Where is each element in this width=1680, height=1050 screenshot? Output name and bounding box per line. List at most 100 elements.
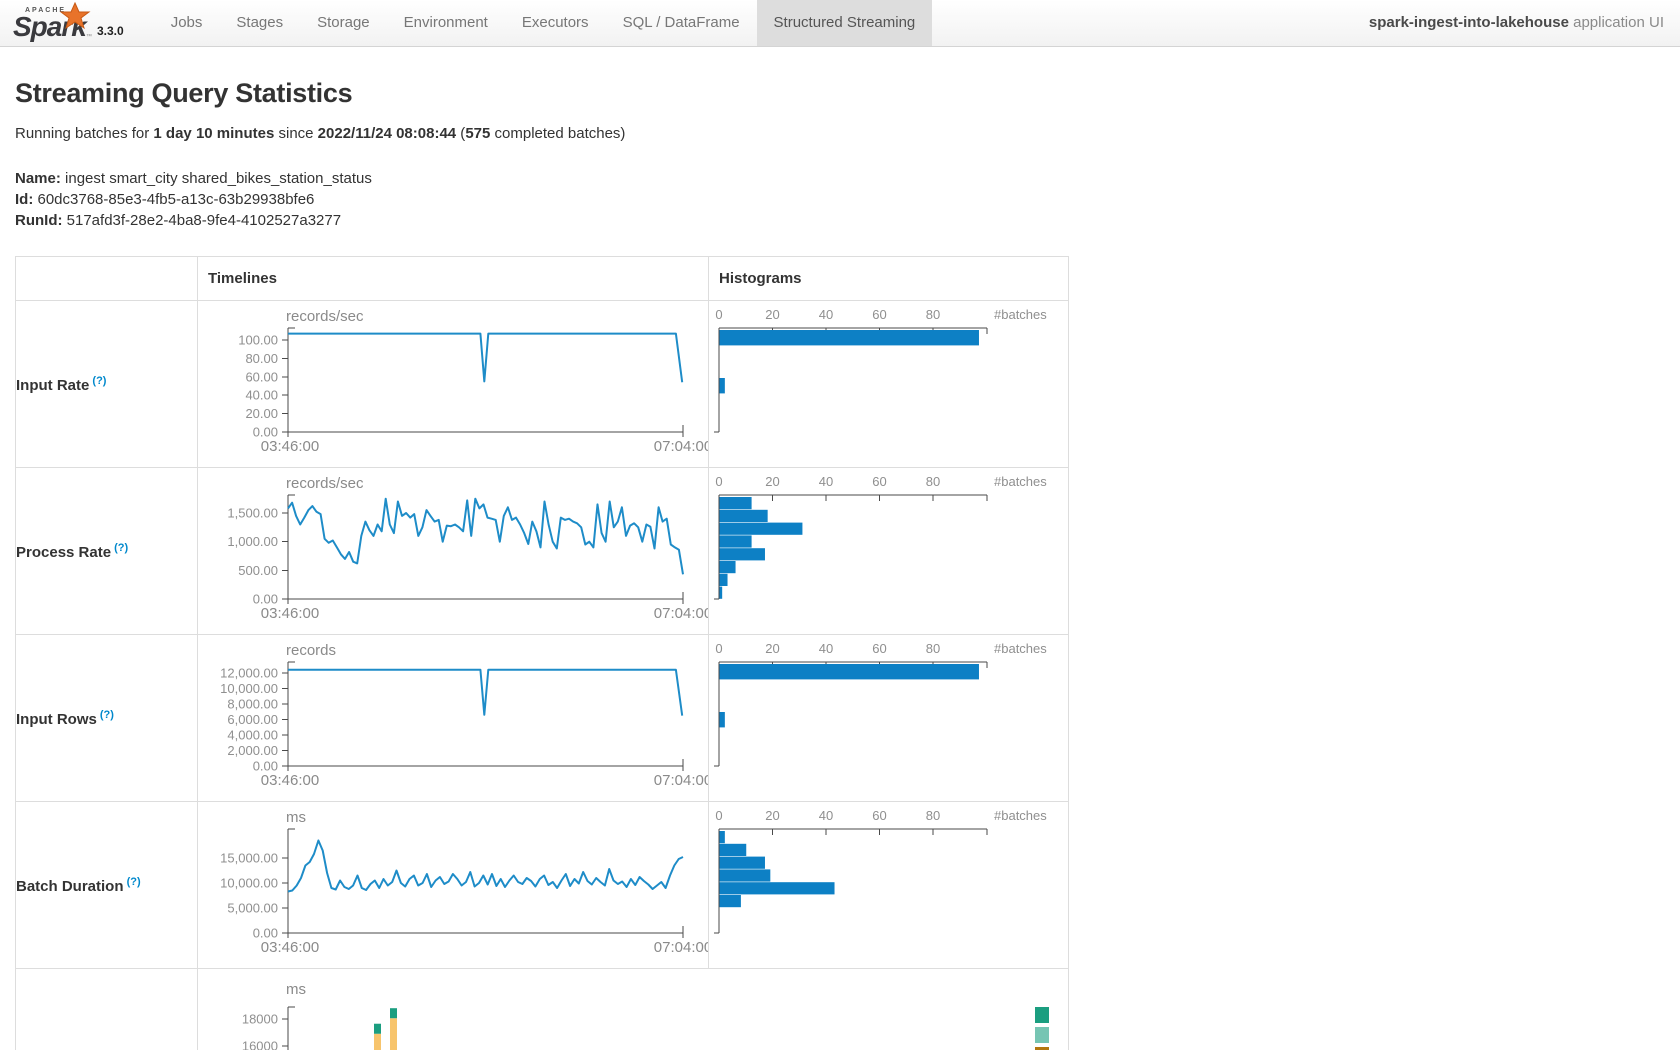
table-row-input-rows: Input Rows (?) records 12,000.0010,000.00 8… <box>16 635 1069 802</box>
runid-label: RunId: <box>15 212 62 229</box>
svg-text:#batches: #batches <box>994 474 1047 489</box>
svg-text:ms: ms <box>286 981 306 998</box>
row-label-input-rate: Input Rate (?) <box>16 301 198 468</box>
svg-text:1,500.00: 1,500.00 <box>227 505 278 520</box>
row-label-text: Batch Duration <box>16 878 124 895</box>
svg-text:40: 40 <box>819 307 833 322</box>
svg-text:20: 20 <box>765 307 779 322</box>
help-link[interactable]: (?) <box>111 542 128 554</box>
row-label-process-rate: Process Rate (?) <box>16 468 198 635</box>
svg-text:16000: 16000 <box>242 1039 278 1050</box>
timeline-chart-operation-duration: ms180001600014000 <box>198 977 1067 1050</box>
svg-text:100.00: 100.00 <box>238 333 278 348</box>
svg-text:12,000.00: 12,000.00 <box>220 665 278 680</box>
svg-text:5,000.00: 5,000.00 <box>227 901 278 916</box>
help-link[interactable]: (?) <box>124 876 141 888</box>
table-row-process-rate: Process Rate (?)records/sec1,500.001,000… <box>16 468 1069 635</box>
empty-header-cell <box>16 257 198 301</box>
svg-text:60: 60 <box>872 474 886 489</box>
nav-tabs: Jobs Stages Storage Environment Executor… <box>154 0 933 46</box>
svg-text:#batches: #batches <box>994 307 1047 322</box>
svg-text:6,000.00: 6,000.00 <box>227 712 278 727</box>
completed-batches-count: 575 <box>465 125 490 142</box>
nav-spacer <box>932 0 1369 46</box>
tab-jobs[interactable]: Jobs <box>154 0 220 46</box>
query-metadata: Name: ingest smart_city shared_bikes_sta… <box>15 168 1665 231</box>
svg-text:40.00: 40.00 <box>245 388 278 403</box>
svg-text:40: 40 <box>819 474 833 489</box>
running-text: Running batches for <box>15 125 153 142</box>
svg-text:0: 0 <box>715 474 722 489</box>
timelines-header: Timelines <box>198 257 709 301</box>
svg-text:10,000.00: 10,000.00 <box>220 876 278 891</box>
svg-text:20: 20 <box>765 474 779 489</box>
tab-sql-dataframe[interactable]: SQL / DataFrame <box>606 0 757 46</box>
tab-executors[interactable]: Executors <box>505 0 606 46</box>
svg-text:18000: 18000 <box>242 1012 278 1027</box>
running-duration: 1 day 10 minutes <box>153 125 274 142</box>
svg-text:60.00: 60.00 <box>245 369 278 384</box>
row-label-text: Input Rate <box>16 377 89 394</box>
running-text: since <box>274 125 317 142</box>
tab-stages[interactable]: Stages <box>219 0 300 46</box>
svg-text:60: 60 <box>872 307 886 322</box>
page-title: Streaming Query Statistics <box>15 78 1665 109</box>
svg-text:80: 80 <box>926 474 940 489</box>
name-value: ingest smart_city shared_bikes_station_s… <box>61 170 372 187</box>
top-navbar: APACHE Spark ™ 3.3.0 Jobs Stages Storage… <box>0 0 1680 47</box>
help-link[interactable]: (?) <box>97 709 114 721</box>
table-row-input-rate: Input Rate (?)records/sec100.0080.0060.0… <box>16 301 1069 468</box>
svg-text:2,000.00: 2,000.00 <box>227 743 278 758</box>
statistics-table: Timelines Histograms Input Rate (?)recor… <box>15 256 1069 1050</box>
row-label-text: Process Rate <box>16 544 111 561</box>
timeline-chart-input-rows: records12,000.0010,000.008,000.006,000.0… <box>198 638 708 798</box>
table-row-batch-duration: Batch Duration (?)ms15,000.0010,000.005,… <box>16 802 1069 969</box>
svg-text:60: 60 <box>872 641 886 656</box>
svg-text:20: 20 <box>765 641 779 656</box>
tab-environment[interactable]: Environment <box>387 0 505 46</box>
timeline-chart-process-rate: records/sec1,500.001,000.00500.000.0003:… <box>198 471 708 631</box>
timeline-cell-process-rate: records/sec1,500.001,000.00500.000.0003:… <box>198 468 709 635</box>
svg-text:10,000.00: 10,000.00 <box>220 681 278 696</box>
query-name-line: Name: ingest smart_city shared_bikes_sta… <box>15 168 1665 189</box>
tab-storage[interactable]: Storage <box>300 0 387 46</box>
svg-text:ms: ms <box>286 809 306 826</box>
svg-text:80: 80 <box>926 307 940 322</box>
runid-value: 517afd3f-28e2-4ba8-9fe4-4102527a3277 <box>62 212 341 229</box>
table-row-operation-duration: ms180001600014000 <box>16 969 1069 1050</box>
timeline-cell-batch-duration: ms15,000.0010,000.005,000.000.0003:46:00… <box>198 802 709 969</box>
running-text: ( <box>456 125 465 142</box>
timeline-cell-input-rate: records/sec100.0080.0060.0040.0020.000.0… <box>198 301 709 468</box>
timeline-cell-input-rows: records12,000.0010,000.008,000.006,000.0… <box>198 635 709 802</box>
svg-text:80: 80 <box>926 641 940 656</box>
histogram-chart-input-rows: 020406080#batches <box>709 638 1068 798</box>
svg-text:records: records <box>286 642 336 659</box>
svg-text:07:04:00: 07:04:00 <box>654 605 708 622</box>
spark-logo: APACHE Spark ™ 3.3.0 <box>0 0 132 46</box>
row-label-operation-duration <box>16 969 198 1050</box>
svg-text:03:46:00: 03:46:00 <box>261 939 319 956</box>
histogram-cell-input-rate: 020406080#batches <box>709 301 1069 468</box>
svg-text:07:04:00: 07:04:00 <box>654 438 708 455</box>
spark-logo-icon: APACHE Spark ™ <box>12 2 92 42</box>
tab-structured-streaming[interactable]: Structured Streaming <box>757 0 933 46</box>
histogram-cell-process-rate: 0 20 40 60 80 #batches <box>709 468 1069 635</box>
query-runid-line: RunId: 517afd3f-28e2-4ba8-9fe4-4102527a3… <box>15 210 1665 231</box>
svg-text:4,000.00: 4,000.00 <box>227 727 278 742</box>
svg-text:07:04:00: 07:04:00 <box>654 772 708 789</box>
name-label: Name: <box>15 170 61 187</box>
id-value: 60dc3768-85e3-4fb5-a13c-63b29938bfe6 <box>33 191 314 208</box>
svg-text:60: 60 <box>872 808 886 823</box>
histogram-chart-process-rate: 0 20 40 60 80 #batches <box>709 471 1068 631</box>
running-batches-line: Running batches for 1 day 10 minutes sin… <box>15 125 1665 142</box>
svg-text:500.00: 500.00 <box>238 563 278 578</box>
row-label-input-rows: Input Rows (?) <box>16 635 198 802</box>
help-link[interactable]: (?) <box>89 375 106 387</box>
svg-text:20.00: 20.00 <box>245 406 278 421</box>
svg-text:20: 20 <box>765 808 779 823</box>
svg-text:40: 40 <box>819 641 833 656</box>
svg-text:#batches: #batches <box>994 641 1047 656</box>
stacked-chart-cell-operation-duration: ms180001600014000 <box>198 969 1069 1050</box>
histogram-chart-input-rate: 020406080#batches <box>709 304 1068 464</box>
svg-text:1,000.00: 1,000.00 <box>227 534 278 549</box>
